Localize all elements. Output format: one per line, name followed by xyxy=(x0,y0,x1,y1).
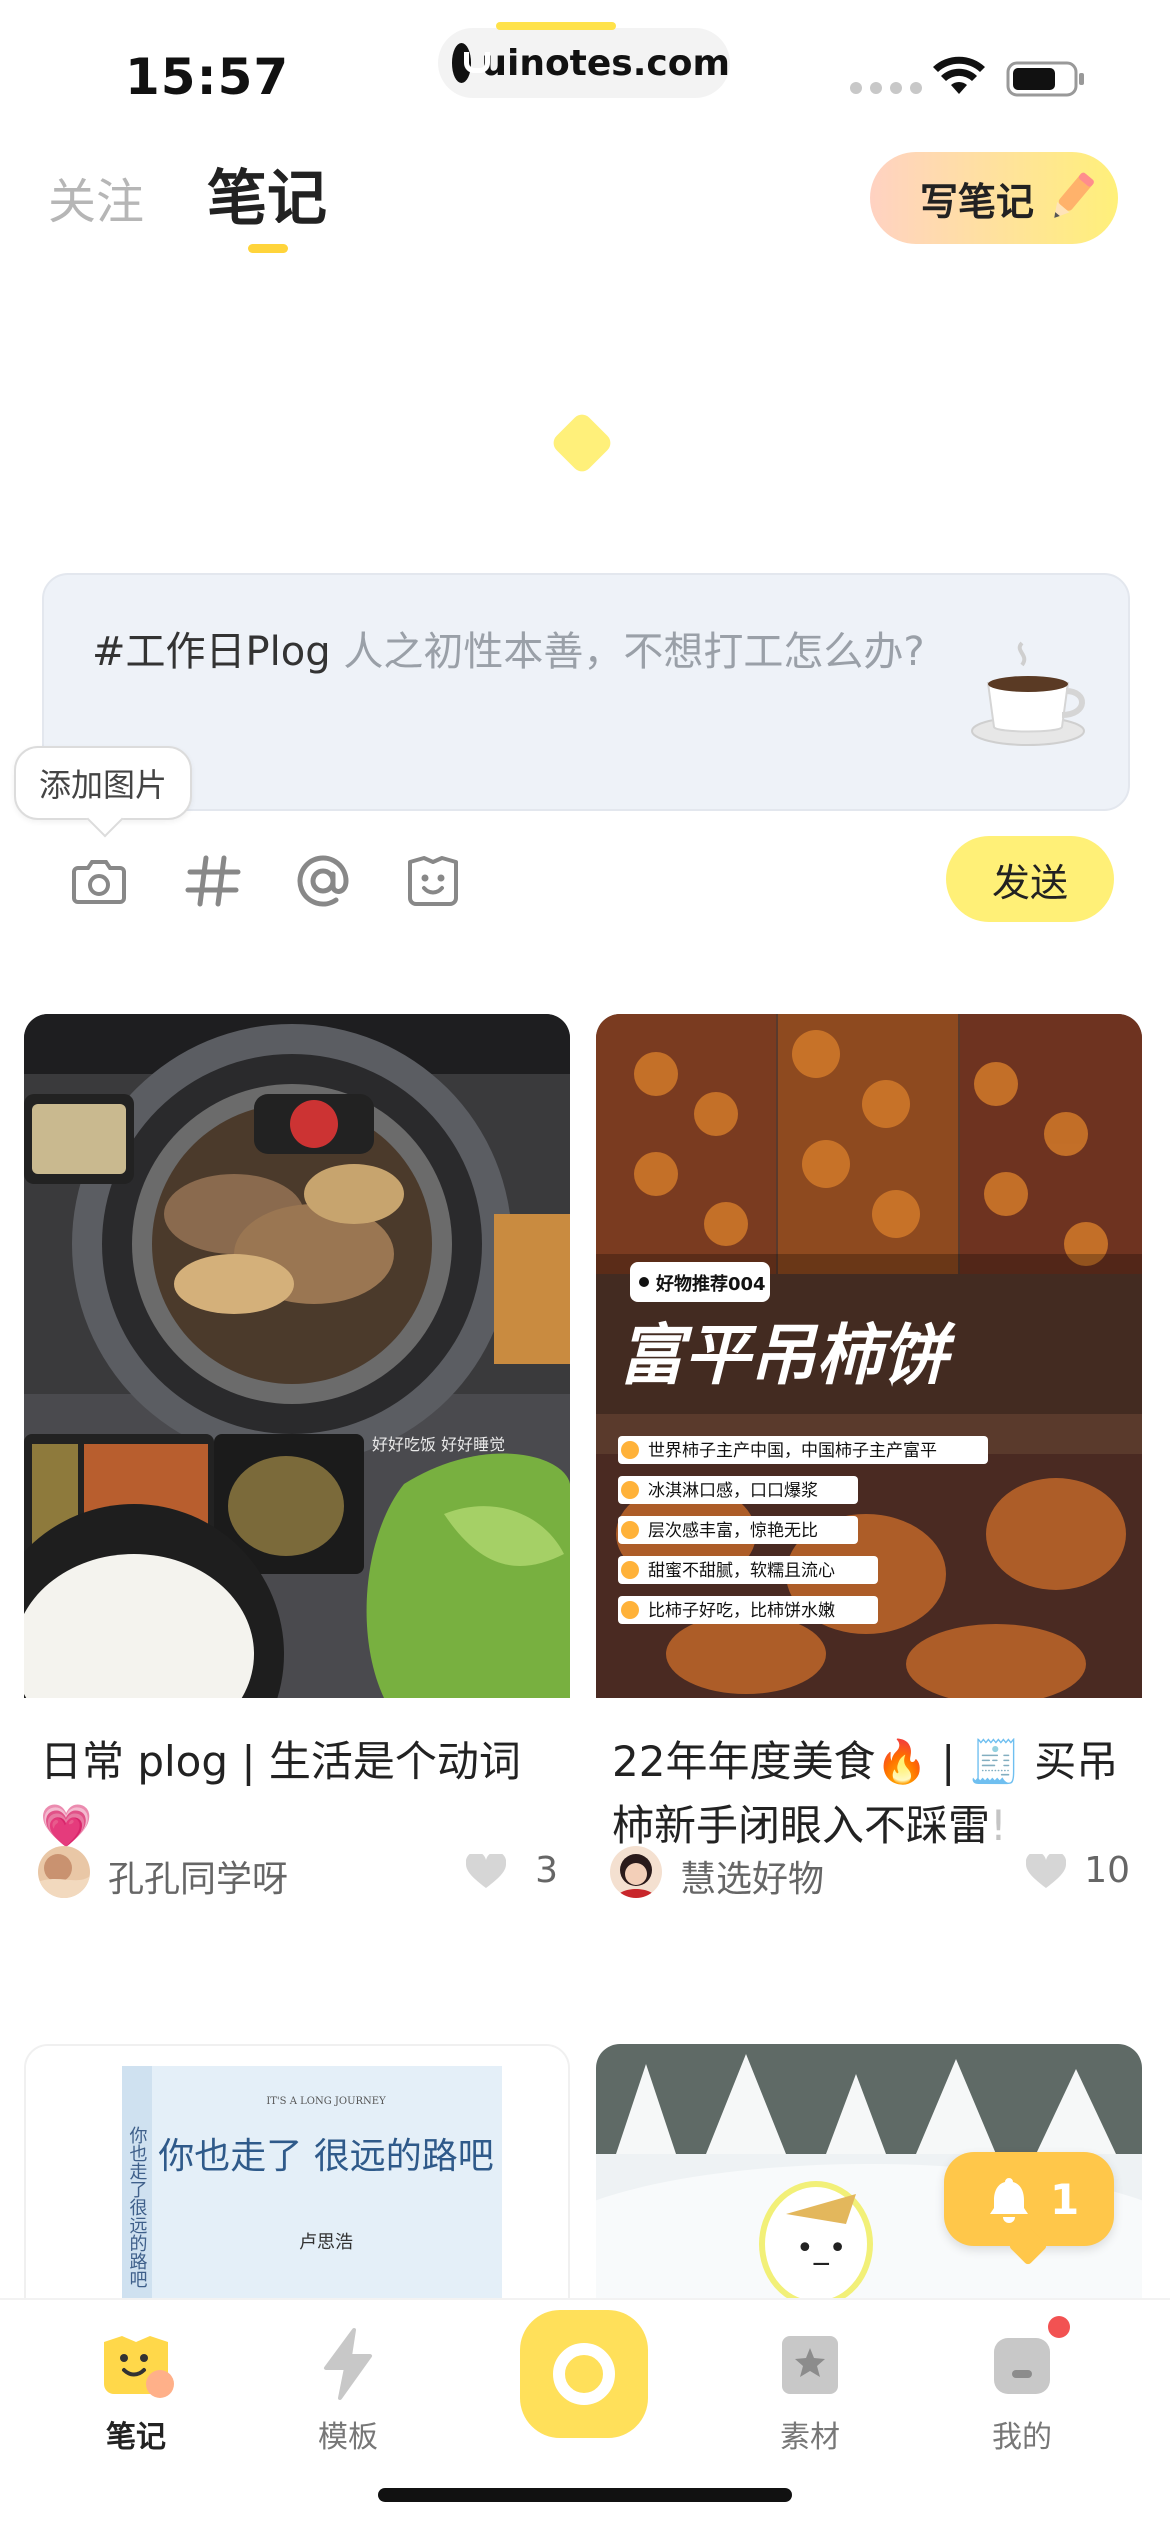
book-photo: 你也走了很远的路吧 IT'S A LONG JOURNEY 你也走了 很远的路吧… xyxy=(26,2046,568,2302)
home-indicator[interactable] xyxy=(378,2488,792,2502)
camera-icon[interactable] xyxy=(68,850,130,912)
at-icon[interactable] xyxy=(292,850,354,912)
battery-icon xyxy=(1006,61,1084,97)
tab-active-indicator xyxy=(248,244,288,253)
persimmon-bullet: 冰淇淋口感，口口爆浆 xyxy=(648,1481,818,1501)
url-text: uinotes.com xyxy=(481,42,730,84)
hashtag-icon[interactable] xyxy=(182,850,244,912)
note-composer[interactable]: #工作日Plog 人之初性本善，不想打工怎么办? xyxy=(42,573,1130,811)
persimmon-bullet: 世界柿子主产中国，中国柿子主产富平 xyxy=(648,1441,937,1461)
card-title-text: 日常 plog | 生活是个动词 xyxy=(40,1737,521,1786)
feed-card[interactable]: 好好吃饭 好好睡觉 日常 plog | 生活是个动词 💗 孔孔同学呀 3 xyxy=(24,1014,570,1900)
bbq-photo: 好好吃饭 好好睡觉 xyxy=(24,1014,570,1698)
persimmon-heading: 富平吊柿饼 xyxy=(618,1317,956,1394)
book-author: 卢思浩 xyxy=(299,2232,353,2253)
book-spine-text: 你也走了很远的路吧 xyxy=(127,2126,148,2288)
card-meta: 孔孔同学呀 3 xyxy=(38,1844,558,1900)
bell-icon xyxy=(990,2178,1028,2223)
persimmon-bullet: 甜蜜不甜腻，软糯且流心 xyxy=(648,1561,835,1581)
signal-icon xyxy=(850,82,922,94)
url-pill[interactable]: uinotes.com xyxy=(438,22,730,98)
nav-item-notes[interactable]: 笔记 xyxy=(66,2324,206,2456)
pencil-icon xyxy=(1054,172,1094,218)
card-title[interactable]: 22年年度美食🔥 | 🧾 买吊柿新手闭眼入不踩雷! xyxy=(612,1730,1132,1858)
send-button[interactable]: 发送 xyxy=(946,836,1114,922)
write-note-label: 写笔记 xyxy=(920,179,1035,224)
nav-label: 模板 xyxy=(318,2420,378,2455)
url-highlight xyxy=(496,22,616,30)
card-image-book[interactable]: 你也走了很远的路吧 IT'S A LONG JOURNEY 你也走了 很远的路吧… xyxy=(24,2044,570,2304)
notification-count: 1 xyxy=(1050,2174,1080,2224)
camera-capture-button[interactable] xyxy=(520,2310,648,2438)
write-note-button[interactable]: 写笔记 xyxy=(870,152,1118,244)
card-title-text: 22年年度美食🔥 | 🧾 买吊柿新手闭眼入不踩雷 xyxy=(612,1737,1119,1850)
nav-item-materials[interactable]: 素材 xyxy=(740,2324,880,2456)
tab-notes[interactable]: 笔记 xyxy=(207,150,327,237)
coffee-cup-icon xyxy=(971,641,1085,746)
notification-button[interactable]: 1 xyxy=(944,2152,1114,2246)
nav-item-templates[interactable]: 模板 xyxy=(278,2324,418,2456)
card-title-tail: ! xyxy=(990,1801,1007,1850)
add-image-tooltip: 添加图片 xyxy=(14,746,192,820)
status-bar: 15:57 uinotes.com xyxy=(0,0,1170,130)
feed-card[interactable]: 好物推荐004 富平吊柿饼 世界柿子主产中国，中国柿子主产富平 冰淇淋口感，口口… xyxy=(596,1014,1142,1900)
heart-icon[interactable] xyxy=(1026,1854,1066,1890)
tab-follow[interactable]: 关注 xyxy=(48,162,144,232)
avatar[interactable] xyxy=(610,1846,662,1898)
card-image-persimmon[interactable]: 好物推荐004 富平吊柿饼 世界柿子主产中国，中国柿子主产富平 冰淇淋口感，口口… xyxy=(596,1014,1142,1698)
profile-icon xyxy=(994,2338,1050,2394)
sparkle-diamond-icon xyxy=(553,414,611,472)
wifi-icon xyxy=(933,56,985,94)
site-logo-icon xyxy=(452,43,491,83)
card-image-bbq[interactable]: 好好吃饭 好好睡觉 xyxy=(24,1014,570,1698)
star-folder-icon xyxy=(782,2336,838,2394)
nav-item-profile[interactable]: 我的 xyxy=(952,2324,1092,2456)
lightning-icon xyxy=(324,2328,372,2400)
book-subtitle: IT'S A LONG JOURNEY xyxy=(266,2096,386,2107)
like-count: 3 xyxy=(535,1850,558,1891)
nav-label: 笔记 xyxy=(106,2420,166,2455)
camera-ring-icon xyxy=(553,2343,615,2405)
persimmon-bullet: 层次感丰富，惊艳无比 xyxy=(648,1521,818,1541)
heart-emoji: 💗 xyxy=(40,1801,93,1850)
author-name[interactable]: 孔孔同学呀 xyxy=(108,1850,288,1902)
notes-face-icon xyxy=(104,2336,174,2398)
status-time: 15:57 xyxy=(125,48,290,106)
unread-badge xyxy=(1048,2316,1070,2338)
card-meta: 慧选好物 10 xyxy=(610,1844,1130,1900)
emoji-icon[interactable] xyxy=(402,850,464,912)
composer-input[interactable]: #工作日Plog 人之初性本善，不想打工怎么办? xyxy=(92,619,925,677)
persimmon-photo: 好物推荐004 富平吊柿饼 世界柿子主产中国，中国柿子主产富平 冰淇淋口感，口口… xyxy=(596,1014,1142,1698)
svg-text:•_•: •_• xyxy=(796,2231,846,2266)
card-title[interactable]: 日常 plog | 生活是个动词 💗 xyxy=(40,1730,560,1858)
composer-tag: #工作日Plog xyxy=(92,629,331,675)
heart-icon[interactable] xyxy=(466,1854,506,1890)
persimmon-badge-text: 好物推荐004 xyxy=(655,1273,766,1295)
like-count: 10 xyxy=(1084,1850,1130,1891)
nav-label: 我的 xyxy=(992,2420,1052,2455)
composer-placeholder: 人之初性本善，不想打工怎么办? xyxy=(330,629,925,675)
book-title: 你也走了 很远的路吧 xyxy=(158,2136,493,2177)
author-name[interactable]: 慧选好物 xyxy=(680,1850,824,1902)
avatar[interactable] xyxy=(38,1846,90,1898)
persimmon-bullet: 比柿子好吃，比柿饼水嫩 xyxy=(648,1601,835,1621)
bbq-overlay-text: 好好吃饭 好好睡觉 xyxy=(372,1435,505,1454)
nav-label: 素材 xyxy=(780,2420,840,2455)
